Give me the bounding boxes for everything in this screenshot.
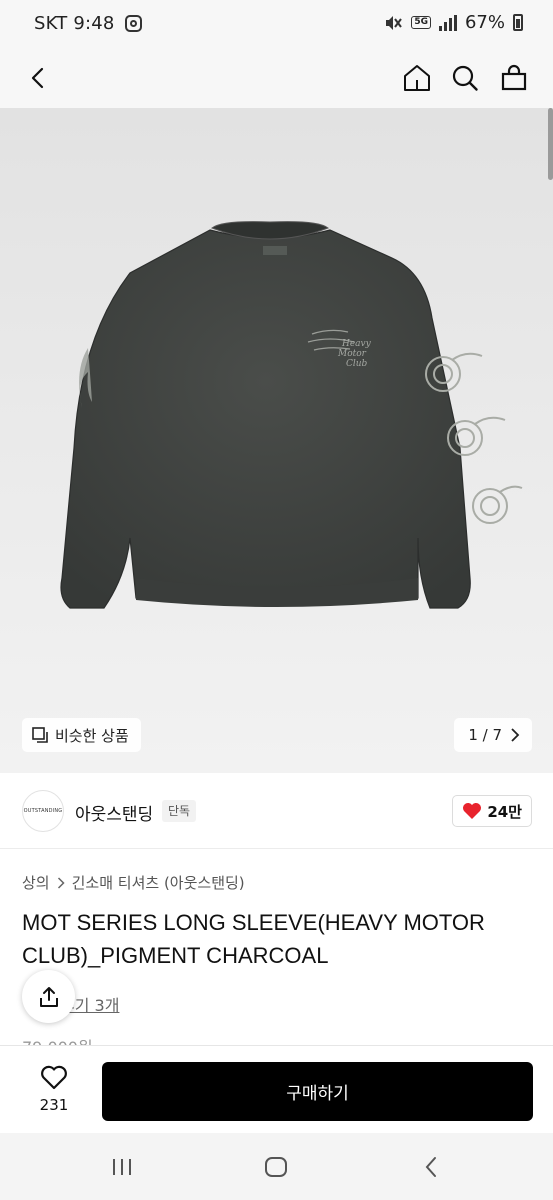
scrollbar[interactable] xyxy=(548,108,553,180)
heart-filled-icon xyxy=(463,803,482,819)
brand-row: OUTSTANDING 아웃스탠딩 단독 24만 xyxy=(0,773,553,849)
brand-like-button[interactable]: 24만 xyxy=(452,795,532,827)
back-nav-icon[interactable] xyxy=(423,1156,439,1178)
heart-outline-icon xyxy=(41,1065,67,1090)
home-icon xyxy=(404,65,430,91)
shopping-bag-icon xyxy=(501,64,527,91)
exclusive-badge: 단독 xyxy=(162,800,197,822)
svg-text:Motor: Motor xyxy=(337,349,367,359)
cart-button[interactable] xyxy=(492,56,536,100)
share-icon xyxy=(39,986,58,1007)
page-indicator-text: 1 / 7 xyxy=(468,726,502,744)
chevron-left-icon xyxy=(31,67,44,89)
network-badge: 5G xyxy=(411,16,431,29)
brand-name[interactable]: 아웃스탠딩 xyxy=(75,800,153,825)
product-image-gallery[interactable]: Heavy Motor Club xyxy=(0,108,553,773)
breadcrumb-item[interactable]: 상의 xyxy=(22,872,50,893)
instagram-icon xyxy=(125,15,142,32)
breadcrumb: 상의 긴소매 티셔츠 (아웃스탠딩) xyxy=(22,872,245,893)
brand-logo-text: OUTSTANDING xyxy=(23,808,63,814)
search-button[interactable] xyxy=(443,56,487,100)
chevron-right-icon xyxy=(511,728,520,742)
brand-logo[interactable]: OUTSTANDING xyxy=(22,790,64,832)
wishlist-count: 231 xyxy=(39,1096,69,1114)
image-page-indicator[interactable]: 1 / 7 xyxy=(454,718,532,752)
battery-level: 67% xyxy=(464,12,505,33)
recent-apps-icon[interactable] xyxy=(111,1157,133,1177)
top-navigation xyxy=(0,48,553,108)
signal-icon xyxy=(438,14,457,31)
product-title: MOT SERIES LONG SLEEVE(HEAVY MOTOR CLUB)… xyxy=(22,910,485,968)
system-navigation-bar xyxy=(0,1133,553,1200)
similar-products-label: 비슷한 상품 xyxy=(55,726,129,745)
status-bar: SKT 9:48 5G 67% xyxy=(0,0,553,48)
status-icons: 5G 67% xyxy=(383,12,523,33)
buy-button[interactable]: 구매하기 xyxy=(102,1062,533,1121)
back-button[interactable] xyxy=(16,56,60,100)
breadcrumb-item[interactable]: 긴소매 티셔츠 (아웃스탠딩) xyxy=(72,872,245,893)
copy-icon xyxy=(32,726,48,743)
mute-icon xyxy=(383,13,403,33)
svg-text:Club: Club xyxy=(346,359,368,369)
search-icon xyxy=(452,65,478,91)
product-image: Heavy Motor Club xyxy=(60,221,523,609)
bottom-action-bar: 231 구매하기 xyxy=(0,1045,553,1133)
brand-like-count: 24만 xyxy=(487,802,522,821)
similar-products-button[interactable]: 비슷한 상품 xyxy=(22,718,141,752)
home-circle-icon[interactable] xyxy=(264,1156,288,1178)
chevron-right-icon xyxy=(57,876,65,889)
status-time: SKT 9:48 xyxy=(34,13,115,34)
svg-text:Heavy: Heavy xyxy=(341,339,372,349)
share-button[interactable] xyxy=(22,970,75,1023)
wishlist-button[interactable]: 231 xyxy=(22,1064,86,1114)
battery-icon xyxy=(513,14,523,31)
home-button[interactable] xyxy=(395,56,439,100)
